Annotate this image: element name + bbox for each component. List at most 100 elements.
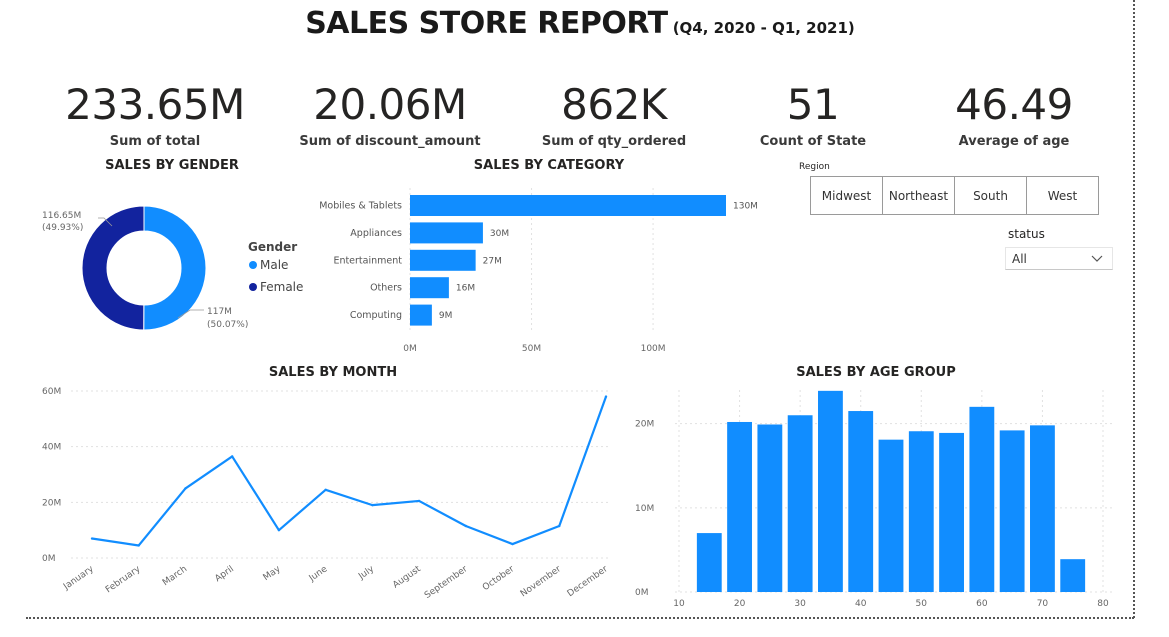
- report-title-period: (Q4, 2020 - Q1, 2021): [672, 19, 855, 37]
- category-x-tick-label: 100M: [641, 344, 666, 354]
- month-y-tick-label: 40M: [42, 443, 61, 453]
- age-bar: [1030, 425, 1055, 592]
- region-button-northeast[interactable]: Northeast: [882, 176, 955, 215]
- month-x-tick-label: May: [262, 564, 284, 583]
- category-bar: [410, 195, 726, 216]
- category-x-tick-label: 50M: [522, 344, 541, 354]
- category-bar: [410, 222, 483, 244]
- kpi-label: Count of State: [759, 134, 867, 149]
- month-data-point: [277, 528, 281, 532]
- age-bar: [908, 431, 934, 592]
- age-x-tick-label: 20: [734, 599, 746, 609]
- report-title: SALES STORE REPORT (Q4, 2020 - Q1, 2021): [0, 6, 1160, 41]
- category-y-label: Appliances: [350, 228, 402, 239]
- gender-chart-title: SALES BY GENDER: [105, 158, 239, 173]
- region-button-west[interactable]: West: [1026, 176, 1099, 215]
- kpi-label: Sum of qty_ordered: [541, 134, 687, 149]
- category-data-label: 27M: [483, 256, 502, 266]
- age-x-tick-label: 30: [794, 599, 806, 609]
- month-y-tick-label: 60M: [42, 387, 61, 397]
- kpi-label: Sum of total: [109, 134, 201, 149]
- month-data-point: [464, 524, 468, 528]
- category-data-label: 30M: [490, 229, 509, 239]
- report-border-bottom: [26, 617, 1134, 619]
- category-y-label: Computing: [350, 310, 402, 321]
- month-x-tick-label: February: [104, 564, 143, 595]
- age-x-tick-label: 80: [1097, 599, 1109, 609]
- legend-marker-male: [249, 261, 257, 269]
- age-bar: [1060, 559, 1086, 592]
- kpi-card-discount[interactable]: 20.06M Sum of discount_amount: [280, 80, 500, 149]
- month-data-point: [604, 395, 608, 398]
- month-data-point: [511, 542, 514, 546]
- kpi-card-qty[interactable]: 862K Sum of qty_ordered: [504, 80, 724, 149]
- female-pct-label: (49.93%): [42, 223, 83, 233]
- category-data-label: 16M: [456, 284, 475, 294]
- month-data-point: [230, 455, 234, 458]
- region-button-south[interactable]: South: [954, 176, 1027, 215]
- category-data-label: 130M: [733, 202, 758, 212]
- male-value-label: 117M: [207, 307, 232, 317]
- category-y-label: Others: [370, 283, 402, 294]
- age-bar: [727, 421, 752, 592]
- category-bar-chart[interactable]: 0M 50M 100M Mobiles & Tablets 130M Appliances…: [300, 180, 780, 360]
- region-slicer: Midwest Northeast South West: [810, 176, 1099, 215]
- age-chart-title: SALES BY AGE GROUP: [796, 365, 956, 380]
- report-border-right: [1133, 0, 1135, 618]
- month-data-point: [417, 499, 421, 503]
- kpi-card-state-count[interactable]: 51 Count of State: [703, 80, 923, 149]
- age-bar: [969, 406, 995, 592]
- month-data-point: [90, 537, 94, 540]
- age-x-tick-label: 50: [916, 599, 928, 609]
- kpi-value: 862K: [561, 80, 667, 129]
- category-data-label: 9M: [439, 311, 453, 321]
- region-button-midwest[interactable]: Midwest: [810, 176, 883, 215]
- age-group-bar-chart[interactable]: 10 20 30 40 50 60 70 80 0M 10M 20M: [620, 380, 1130, 612]
- age-bar: [818, 390, 843, 592]
- age-x-tick-label: 40: [855, 599, 867, 609]
- legend-label-male: Male: [260, 258, 288, 272]
- month-x-tick-label: January: [61, 564, 96, 593]
- month-data-point: [184, 487, 187, 490]
- month-data-point: [137, 544, 140, 547]
- month-data-point: [371, 503, 374, 507]
- month-x-tick-label: December: [566, 564, 610, 599]
- gender-donut-chart[interactable]: 116.65M (49.93%) 117M (50.07%) Gender Male Fem…: [30, 178, 320, 348]
- month-x-tick-label: August: [391, 564, 423, 591]
- category-bar: [410, 277, 449, 299]
- kpi-card-total[interactable]: 233.65M Sum of total: [45, 80, 265, 149]
- age-x-tick-label: 60: [976, 599, 988, 609]
- month-x-tick-label: November: [519, 564, 563, 599]
- report-title-main: SALES STORE REPORT: [305, 6, 668, 41]
- status-dropdown[interactable]: All: [1005, 247, 1113, 270]
- age-bar: [696, 533, 722, 592]
- age-y-tick-label: 0M: [635, 588, 649, 598]
- category-y-label: Entertainment: [333, 255, 402, 266]
- age-x-tick-label: 70: [1037, 599, 1049, 609]
- month-x-tick-label: March: [161, 564, 189, 588]
- age-y-tick-label: 10M: [635, 504, 654, 514]
- month-line-chart[interactable]: 0M 20M 40M 60M January February March April May J…: [20, 380, 620, 612]
- female-value-label: 116.65M: [42, 211, 81, 221]
- age-bar: [878, 439, 904, 592]
- category-y-label: Mobiles & Tablets: [319, 201, 402, 212]
- kpi-value: 20.06M: [313, 80, 467, 129]
- region-slicer-label: Region: [799, 162, 830, 172]
- month-chart-title: SALES BY MONTH: [268, 365, 398, 380]
- category-x-tick-label: 0M: [403, 344, 417, 354]
- month-x-tick-label: April: [213, 564, 236, 584]
- donut-slice-female: [81, 205, 145, 331]
- month-x-tick-label: October: [481, 564, 516, 593]
- month-data-point: [324, 488, 327, 492]
- kpi-card-avg-age[interactable]: 46.49 Average of age: [904, 80, 1124, 149]
- age-bar: [939, 432, 964, 592]
- month-data-point: [558, 524, 561, 528]
- month-sales-line: [91, 396, 608, 547]
- category-bar: [410, 304, 432, 326]
- legend-label-female: Female: [260, 280, 303, 294]
- age-y-tick-label: 20M: [635, 420, 654, 430]
- age-bar: [999, 430, 1025, 592]
- donut-slice-male: [143, 205, 207, 331]
- age-bar: [787, 415, 813, 592]
- age-x-tick-label: 10: [673, 599, 685, 609]
